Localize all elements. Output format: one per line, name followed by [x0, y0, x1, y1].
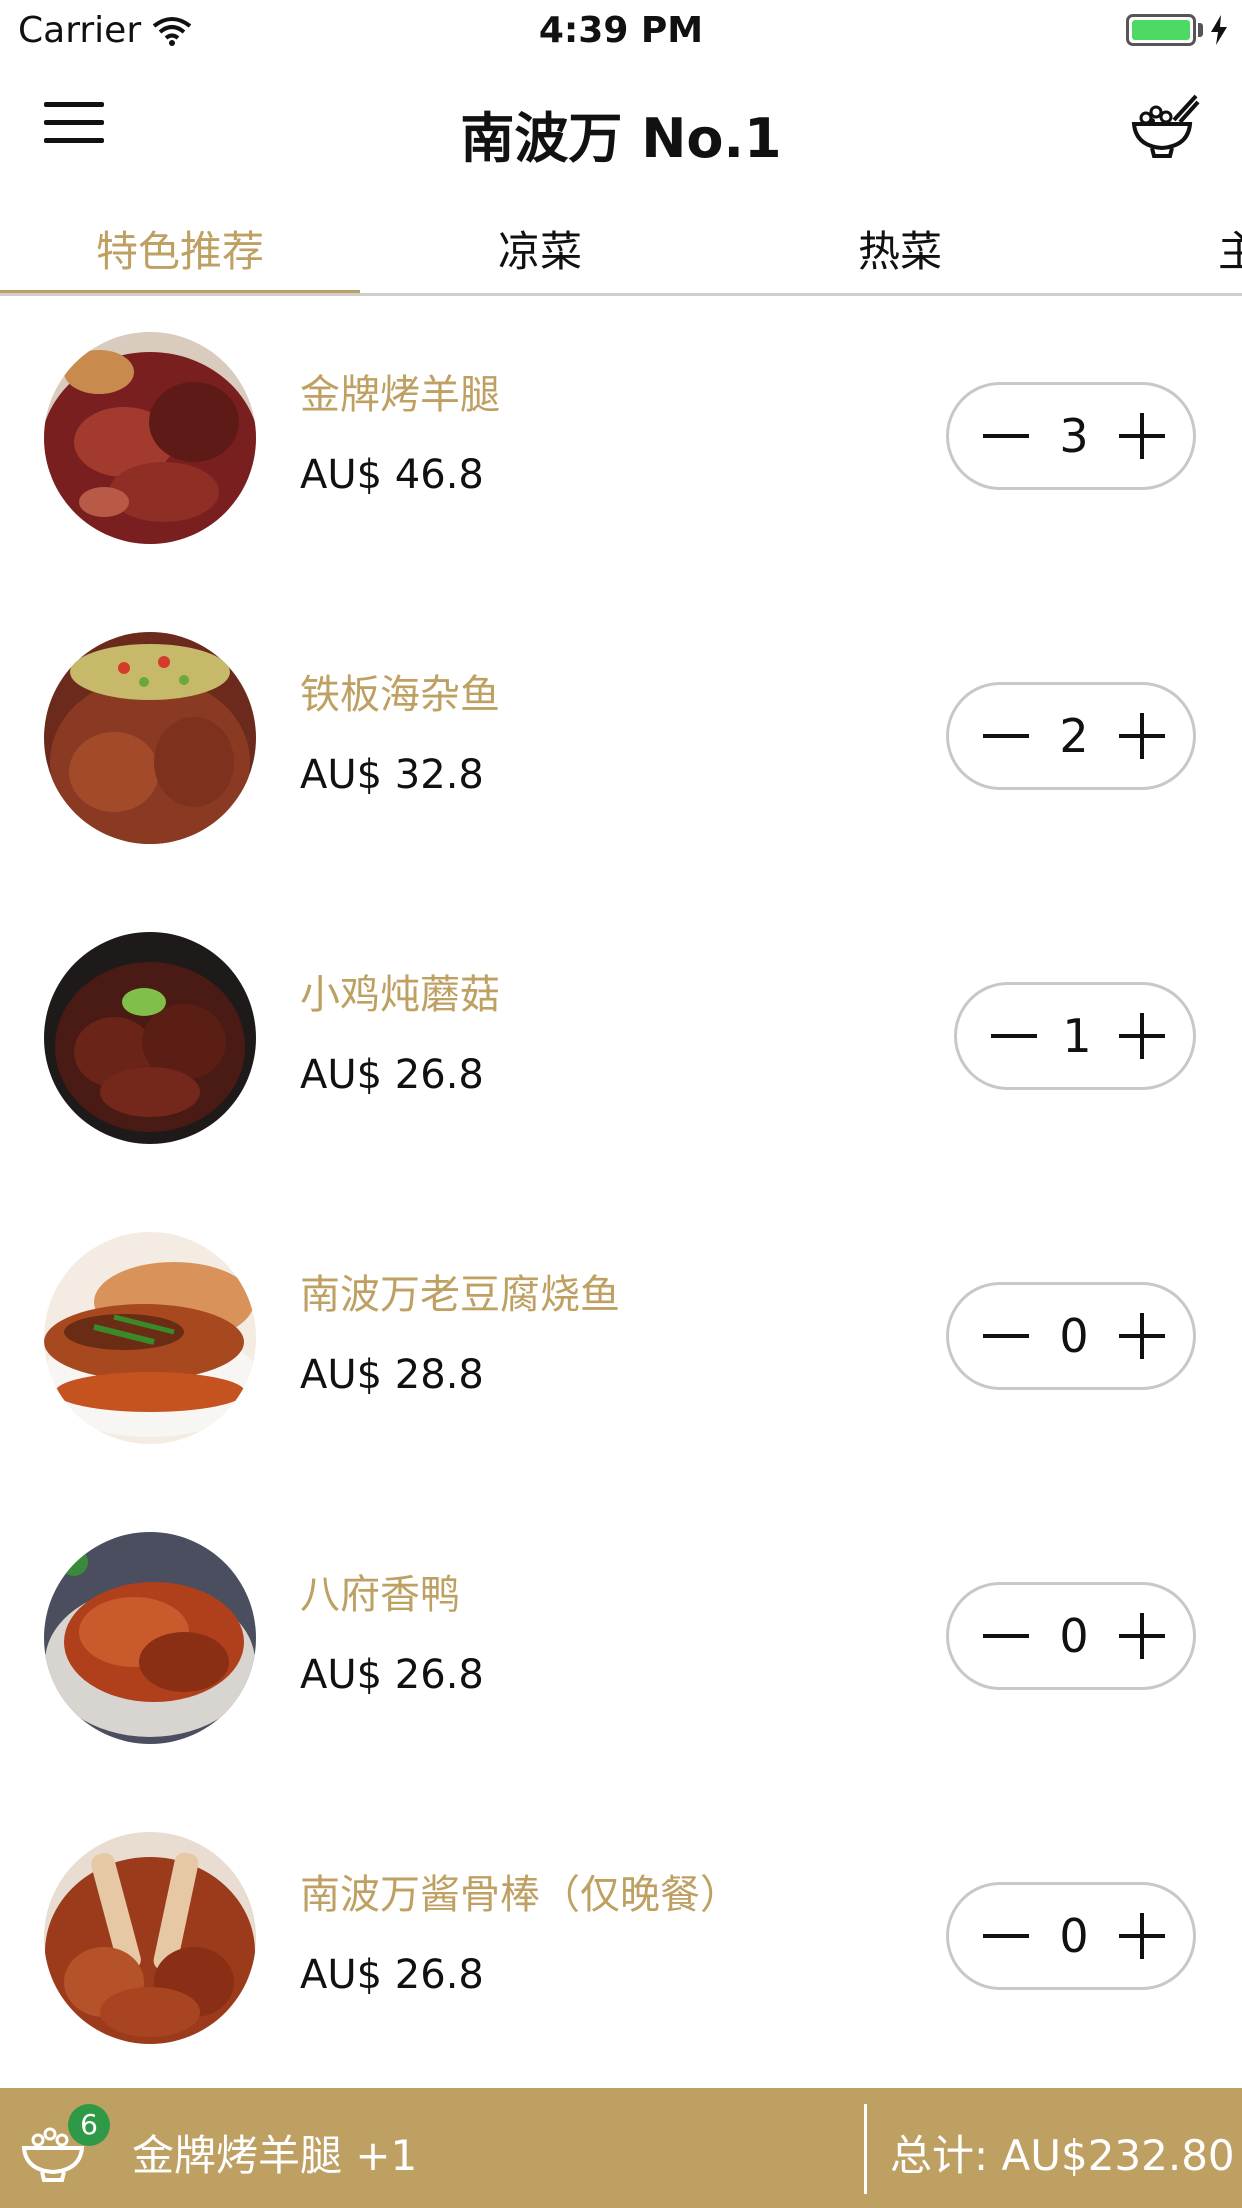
- navigation-bar: 南波万 No.1: [0, 60, 1242, 190]
- plus-icon: [1119, 1313, 1165, 1359]
- minus-icon: [983, 734, 1029, 738]
- clock: 4:39 PM: [538, 10, 704, 51]
- quantity-value: 2: [1059, 709, 1089, 763]
- dish-photo-pork-bone: [44, 1832, 256, 2044]
- list-item: 南波万老豆腐烧鱼 AU$ 28.8 0: [0, 1196, 1242, 1496]
- quantity-value: 0: [1059, 1309, 1089, 1363]
- category-tabs: 特色推荐 凉菜 热菜 主: [0, 190, 1242, 296]
- minus-icon: [983, 1634, 1029, 1638]
- dish-name: 金牌烤羊腿: [300, 372, 500, 418]
- minus-icon: [983, 1934, 1029, 1938]
- dish-price: AU$ 26.8: [300, 1952, 484, 1998]
- increase-button[interactable]: [1113, 1607, 1171, 1665]
- last-added-item: 金牌烤羊腿 +1: [132, 2131, 418, 2180]
- dish-name: 小鸡炖蘑菇: [300, 972, 500, 1018]
- quantity-value: 1: [1062, 1009, 1092, 1063]
- increase-button[interactable]: [1113, 407, 1171, 465]
- page-title: 南波万 No.1: [460, 107, 782, 170]
- dish-price: AU$ 26.8: [300, 1052, 484, 1098]
- plus-icon: [1119, 713, 1165, 759]
- cart-divider: [864, 2104, 867, 2194]
- dish-photo-chicken-mushroom: [44, 932, 256, 1144]
- increase-button[interactable]: [1113, 1007, 1171, 1065]
- cart-total[interactable]: 总计: AU$232.80: [890, 2122, 1235, 2183]
- rice-bowl-icon[interactable]: [1128, 90, 1200, 162]
- battery-tip: [1198, 23, 1203, 37]
- dish-photo-duck: [44, 1532, 256, 1744]
- quantity-value: 0: [1059, 1609, 1089, 1663]
- dish-price: AU$ 46.8: [300, 452, 484, 498]
- decrease-button[interactable]: [985, 1007, 1043, 1065]
- dish-name: 八府香鸭: [300, 1572, 460, 1618]
- dish-name: 南波万老豆腐烧鱼: [300, 1272, 620, 1318]
- list-item: 铁板海杂鱼 AU$ 32.8 2: [0, 596, 1242, 896]
- plus-icon: [1119, 413, 1165, 459]
- minus-icon: [983, 1334, 1029, 1338]
- increase-button[interactable]: [1113, 1907, 1171, 1965]
- plus-icon: [1119, 1613, 1165, 1659]
- decrease-button[interactable]: [977, 1907, 1035, 1965]
- tab-hot-dishes[interactable]: 热菜: [720, 218, 1080, 279]
- list-item: 小鸡炖蘑菇 AU$ 26.8 1: [0, 896, 1242, 1196]
- status-bar: Carrier 4:39 PM: [0, 0, 1242, 60]
- decrease-button[interactable]: [977, 407, 1035, 465]
- dish-price: AU$ 28.8: [300, 1352, 484, 1398]
- dish-photo-lamb-leg: [44, 332, 256, 544]
- dish-name: 铁板海杂鱼: [300, 672, 500, 718]
- quantity-stepper: 1: [954, 982, 1196, 1090]
- cart-count-badge: 6: [68, 2104, 110, 2146]
- plus-icon: [1119, 1013, 1165, 1059]
- tab-main[interactable]: 主: [1218, 218, 1242, 279]
- dish-photo-fish-platter: [44, 632, 256, 844]
- quantity-value: 0: [1059, 1909, 1089, 1963]
- tab-featured[interactable]: 特色推荐: [0, 218, 360, 279]
- decrease-button[interactable]: [977, 1607, 1035, 1665]
- list-item: 八府香鸭 AU$ 26.8 0: [0, 1496, 1242, 1796]
- increase-button[interactable]: [1113, 707, 1171, 765]
- dish-name: 南波万酱骨棒（仅晚餐）: [300, 1872, 740, 1918]
- increase-button[interactable]: [1113, 1307, 1171, 1365]
- list-item: 金牌烤羊腿 AU$ 46.8 3: [0, 296, 1242, 596]
- quantity-stepper: 0: [946, 1582, 1196, 1690]
- tab-cold-dishes[interactable]: 凉菜: [360, 218, 720, 279]
- quantity-stepper: 0: [946, 1882, 1196, 1990]
- quantity-stepper: 3: [946, 382, 1196, 490]
- quantity-value: 3: [1059, 409, 1089, 463]
- dish-price: AU$ 32.8: [300, 752, 484, 798]
- dish-photo-tofu-fish: [44, 1232, 256, 1444]
- minus-icon: [983, 434, 1029, 438]
- quantity-stepper: 0: [946, 1282, 1196, 1390]
- decrease-button[interactable]: [977, 1307, 1035, 1365]
- list-item: 南波万酱骨棒（仅晚餐） AU$ 26.8 0: [0, 1796, 1242, 2096]
- dish-price: AU$ 26.8: [300, 1652, 484, 1698]
- decrease-button[interactable]: [977, 707, 1035, 765]
- battery-icon: [1126, 14, 1196, 46]
- plus-icon: [1119, 1913, 1165, 1959]
- quantity-stepper: 2: [946, 682, 1196, 790]
- cart-bar: 6 金牌烤羊腿 +1 总计: AU$232.80: [0, 2088, 1242, 2208]
- charging-bolt-icon: [1211, 15, 1227, 45]
- minus-icon: [991, 1034, 1037, 1038]
